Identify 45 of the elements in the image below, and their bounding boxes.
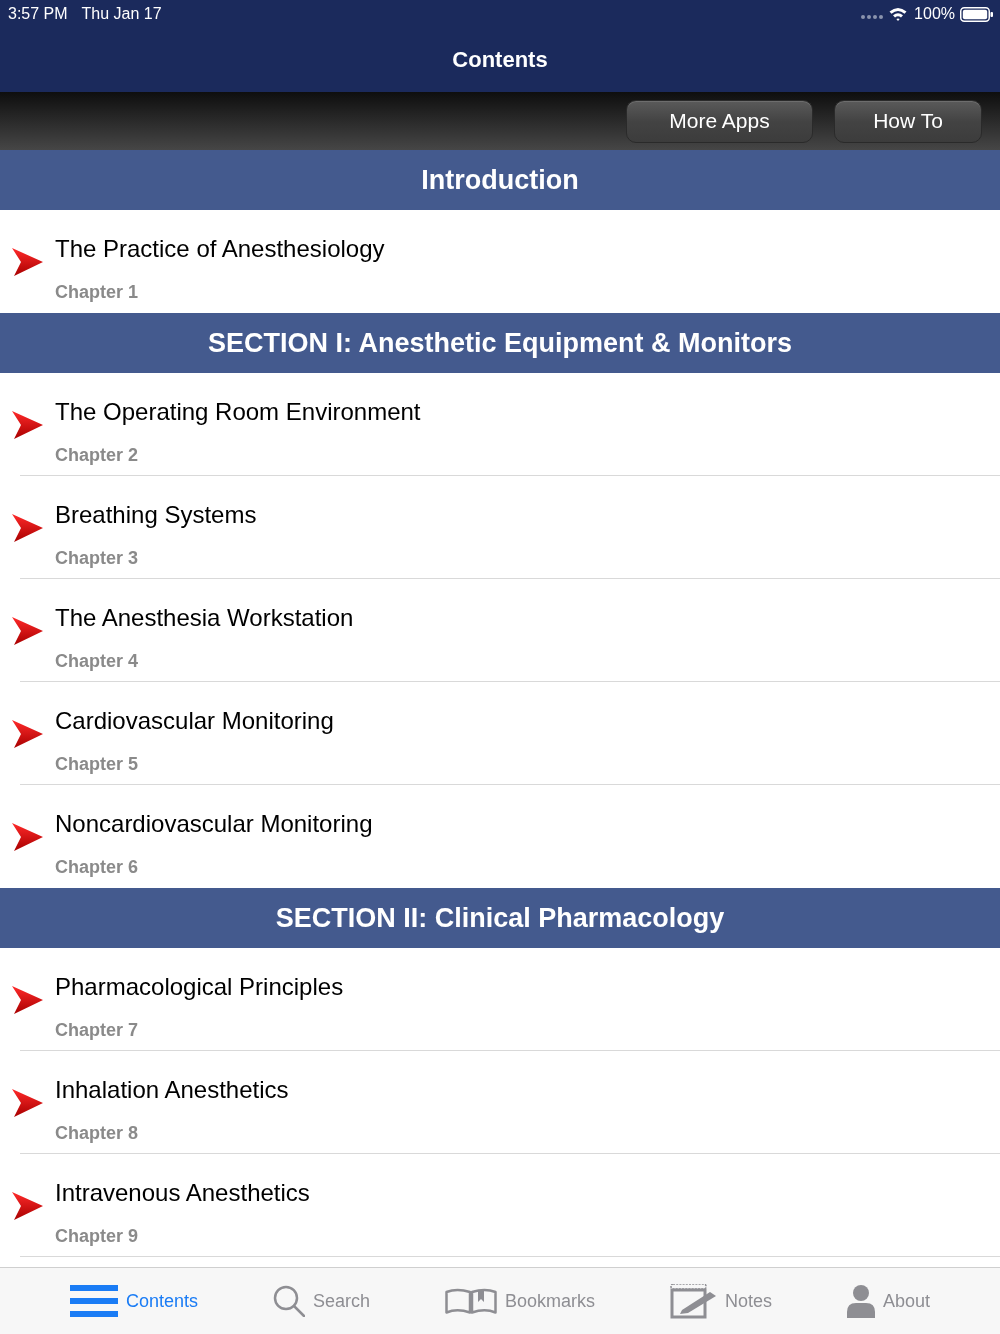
chapter-number: Chapter 8 bbox=[55, 1122, 139, 1144]
chapter-title[interactable]: The Practice of Anesthesiology bbox=[55, 234, 385, 264]
signal-icon bbox=[861, 15, 884, 19]
chapter-title[interactable]: Inhalation Anesthetics bbox=[55, 1075, 289, 1105]
arrowhead-icon bbox=[12, 821, 43, 852]
arrowhead-icon bbox=[12, 1190, 43, 1221]
section-header: Introduction bbox=[0, 150, 1000, 210]
open-book-icon bbox=[445, 1288, 497, 1314]
chapter-number: Chapter 7 bbox=[55, 1019, 139, 1041]
chapter-title[interactable]: Cardiovascular Monitoring bbox=[55, 706, 334, 736]
battery-icon bbox=[960, 6, 993, 22]
nav-title: Contents bbox=[452, 47, 548, 73]
section-header: SECTION II: Clinical Pharmacology bbox=[0, 888, 1000, 948]
arrowhead-icon bbox=[12, 409, 43, 440]
chapter-title[interactable]: Pharmacological Principles bbox=[55, 972, 344, 1002]
chapter-title[interactable]: The Anesthesia Workstation bbox=[55, 603, 354, 633]
search-icon bbox=[272, 1285, 305, 1317]
wifi-icon bbox=[889, 7, 908, 21]
person-icon bbox=[847, 1284, 876, 1318]
notepad-pencil-icon bbox=[670, 1283, 717, 1319]
arrowhead-icon bbox=[12, 984, 43, 1015]
chapter-number: Chapter 1 bbox=[55, 281, 139, 303]
arrowhead-icon bbox=[12, 615, 43, 646]
status-date: Thu Jan 17 bbox=[81, 5, 162, 23]
arrowhead-icon bbox=[12, 718, 43, 749]
chapter-number: Chapter 2 bbox=[55, 444, 139, 466]
chapter-title[interactable]: The Operating Room Environment bbox=[55, 397, 421, 427]
chapter-number: Chapter 9 bbox=[55, 1225, 139, 1247]
menu-icon bbox=[69, 1285, 118, 1317]
arrowhead-icon bbox=[12, 1087, 43, 1118]
chapter-number: Chapter 5 bbox=[55, 753, 139, 775]
section-header: SECTION I: Anesthetic Equipment & Monitors bbox=[0, 313, 1000, 373]
toolbar-button[interactable]: More Apps bbox=[626, 99, 813, 143]
status-time: 3:57 PM bbox=[8, 5, 68, 23]
chapter-number: Chapter 3 bbox=[55, 547, 139, 569]
arrowhead-icon bbox=[12, 246, 43, 277]
arrowhead-icon bbox=[12, 512, 43, 543]
chapter-title[interactable]: Noncardiovascular Monitoring bbox=[55, 809, 373, 839]
chapter-number: Chapter 6 bbox=[55, 856, 139, 878]
chapter-title[interactable]: Breathing Systems bbox=[55, 500, 257, 530]
chapter-title[interactable]: Intravenous Anesthetics bbox=[55, 1178, 310, 1208]
battery-percent: 100% bbox=[914, 5, 955, 23]
chapter-number: Chapter 4 bbox=[55, 650, 139, 672]
toolbar-button[interactable]: How To bbox=[834, 99, 982, 143]
tab-bar-item[interactable]: Contents bbox=[69, 1285, 198, 1317]
